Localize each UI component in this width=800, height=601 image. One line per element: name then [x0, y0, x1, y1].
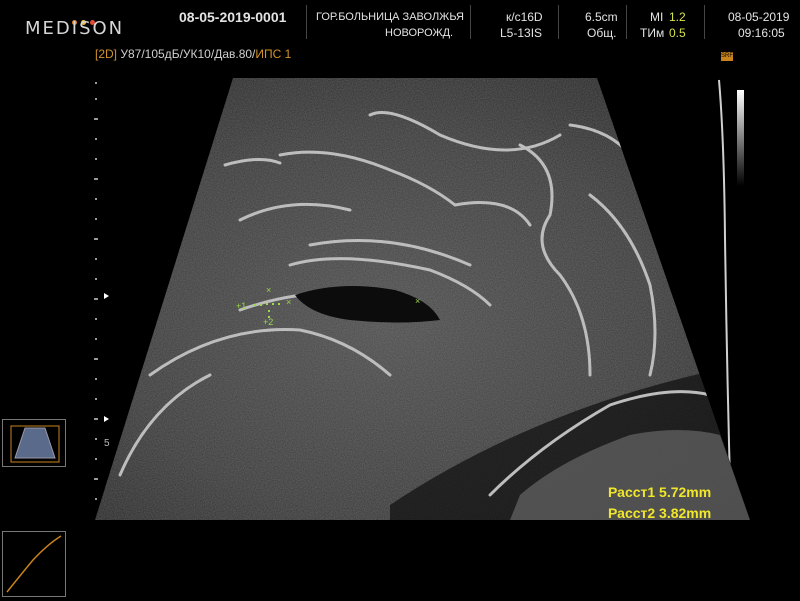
divider	[626, 5, 627, 39]
tim-value: 0.5	[669, 26, 686, 40]
probe-sector-thumbnail	[2, 419, 66, 467]
measurement-1-value: 5.72mm	[659, 484, 712, 500]
gain-parameters: У87/105дБ/УК10/Дав.80/	[120, 47, 256, 61]
probe-preset: к/с16D	[506, 10, 543, 24]
divider	[704, 5, 705, 39]
department: НОВОРОЖД.	[385, 27, 454, 39]
measurement-1-label: Расст1	[608, 484, 656, 500]
exam-date: 08-05-2019	[728, 10, 790, 24]
measurement-1: Расст1 5.72mm	[608, 482, 711, 503]
tim-label: ТИм	[640, 26, 665, 40]
measurement-2-value: 3.82mm	[659, 505, 712, 521]
mi-value: 1.2	[669, 10, 686, 24]
caliper-x-mark: ×	[415, 296, 420, 306]
exam-time: 09:16:05	[738, 26, 785, 40]
divider	[558, 5, 559, 39]
divider	[470, 5, 471, 39]
caliper-x-mark: ×	[266, 285, 271, 295]
caliper-1-label: +1	[236, 301, 246, 311]
caliper-2-label: +2	[263, 317, 273, 327]
divider	[306, 5, 307, 39]
ips-indicator: ИПС 1	[255, 47, 292, 61]
mi-label: MI	[650, 10, 664, 24]
measurement-2-label: Расст2	[608, 505, 656, 521]
preset-mode: Общ.	[587, 26, 617, 40]
probe-model: L5-13IS	[500, 26, 543, 40]
depth-value: 6.5cm	[585, 10, 618, 24]
imaging-parameters: [2D] У87/105дБ/УК10/Дав.80/ИПС 1	[95, 47, 291, 61]
hospital-name: ГОР.БОЛЬНИЦА ЗАВОЛЖЬЯ	[316, 11, 464, 23]
brand-logo: MEDISON	[25, 18, 125, 39]
measurement-2: Расст2 3.82mm	[608, 503, 711, 524]
caliper-x-mark: ×	[286, 297, 291, 307]
header-bar: MEDISON 08-05-2019-0001 ГОР.БОЛЬНИЦА ЗАВ…	[0, 0, 800, 46]
gray-map-thumbnail	[2, 531, 66, 597]
patient-id: 08-05-2019-0001	[179, 9, 287, 25]
ultrasound-image: +1 +2 × × ×	[95, 78, 750, 520]
mode-indicator: [2D]	[95, 47, 118, 61]
srf-badge: SRF	[721, 52, 733, 61]
measurement-panel: Расст1 5.72mm Расст2 3.82mm	[608, 482, 711, 524]
